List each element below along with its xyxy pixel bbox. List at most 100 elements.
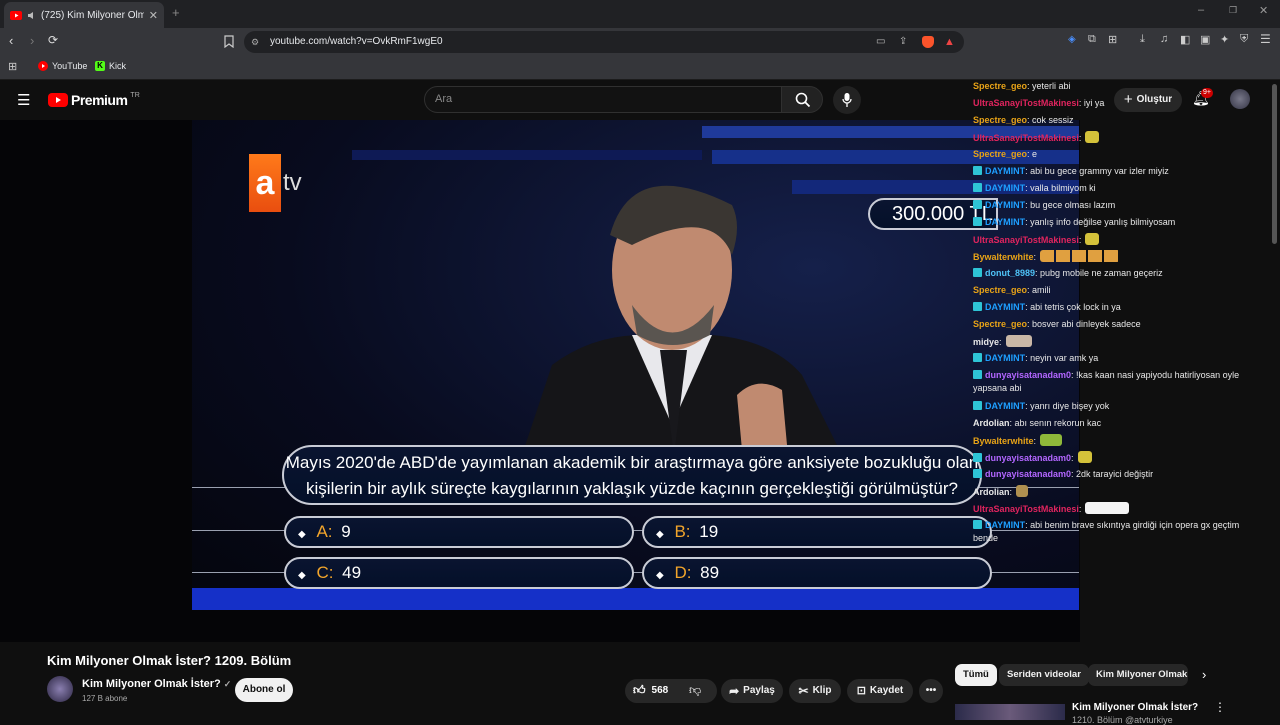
chat-overlay: Spectre_geo: yeterli abi UltraSanayiTostM… xyxy=(968,80,1268,550)
leo-ai-icon[interactable]: ✦ xyxy=(1220,33,1229,46)
address-bar[interactable]: ⚙ youtube.com/watch?v=OvkRmF1wgE0 ▭ ⇪ ▲ xyxy=(244,31,964,53)
clip-button[interactable]: ✂ Klip xyxy=(789,679,841,703)
forward-icon[interactable]: › xyxy=(30,33,34,48)
brave-shield-icon[interactable] xyxy=(922,36,934,48)
chat-username[interactable]: DAYMINT xyxy=(985,183,1025,193)
chat-username[interactable]: Spectre_geo xyxy=(973,149,1027,159)
chat-text: : bosver abi dinleyek sadece xyxy=(1027,319,1141,329)
chat-text: : iyi ya xyxy=(1078,98,1105,108)
search-button[interactable] xyxy=(781,86,823,113)
chat-message: Spectre_geo: yeterli abi xyxy=(973,80,1265,93)
sidebar-icon[interactable]: ◧ xyxy=(1180,33,1190,46)
chat-text: : neyin var amk ya xyxy=(1025,353,1099,363)
search-input[interactable]: Ara xyxy=(424,86,782,113)
audio-playing-icon[interactable] xyxy=(27,11,36,20)
extension-icon[interactable]: ◈ xyxy=(1068,34,1076,45)
subscribe-button[interactable]: Abone ol xyxy=(235,678,293,702)
chat-username[interactable]: DAYMINT xyxy=(985,353,1025,363)
translate-icon[interactable]: ⊞ xyxy=(1108,33,1117,46)
chat-username[interactable]: Spectre_geo xyxy=(973,81,1027,91)
verified-icon: ✓ xyxy=(223,678,232,689)
brave-rewards-icon[interactable]: ▲ xyxy=(944,31,955,53)
site-info-icon[interactable]: ⚙ xyxy=(251,31,259,53)
recommended-more-icon[interactable]: ⋮ xyxy=(1214,700,1226,714)
chat-username[interactable]: UltraSanayiTostMakinesi xyxy=(973,133,1079,143)
chat-message: Spectre_geo: amili xyxy=(973,284,1265,297)
chat-username[interactable]: UltraSanayiTostMakinesi xyxy=(973,235,1079,245)
vpn-icon[interactable]: ⛨ xyxy=(1240,33,1248,46)
chat-username[interactable]: Spectre_geo xyxy=(973,115,1027,125)
wallet-icon[interactable]: ▣ xyxy=(1200,33,1210,46)
chip-series-videos[interactable]: Seriden videolar xyxy=(999,664,1089,686)
chips-next-icon[interactable]: › xyxy=(1202,667,1206,682)
chat-username[interactable]: DAYMINT xyxy=(985,166,1025,176)
chat-message: Spectre_geo: bosver abi dinleyek sadece xyxy=(973,318,1265,331)
bookmark-kick[interactable]: K Kick xyxy=(95,61,126,71)
chip-channel[interactable]: Kim Milyoner Olmak İ xyxy=(1088,664,1188,686)
chat-username[interactable]: Spectre_geo xyxy=(973,319,1027,329)
guide-menu-icon[interactable]: ☰ xyxy=(17,91,30,109)
save-button[interactable]: ⊡ Kaydet xyxy=(847,679,913,703)
chat-username[interactable]: DAYMINT xyxy=(985,401,1025,411)
chat-username[interactable]: dunyayisatanadam0 xyxy=(985,469,1071,479)
minimize-icon[interactable]: – xyxy=(1198,4,1204,16)
maximize-icon[interactable]: ❐ xyxy=(1229,5,1237,16)
new-tab-icon[interactable]: + xyxy=(172,5,180,20)
chat-message: UltraSanayiTostMakinesi: xyxy=(973,502,1265,516)
recommended-thumbnail[interactable] xyxy=(955,704,1065,720)
chat-username[interactable]: DAYMINT xyxy=(985,217,1025,227)
chat-text: : abi tetris çok lock in ya xyxy=(1025,302,1121,312)
chat-text: : cok sessiz xyxy=(1027,115,1074,125)
stage-floor-light xyxy=(192,588,1079,610)
reload-icon[interactable]: ⟳ xyxy=(48,33,58,47)
window-close-icon[interactable]: ✕ xyxy=(1259,4,1268,17)
menu-icon[interactable]: ☰ xyxy=(1260,32,1271,46)
video-frame: a tv 300.000 TL Mayıs 2020'de ABD'de yay… xyxy=(192,120,1079,610)
eyes-emote-icon xyxy=(1005,335,1032,347)
dislike-button[interactable]: 👎︎ xyxy=(689,683,701,698)
chat-username[interactable]: UltraSanayiTostMakinesi xyxy=(973,98,1079,108)
chat-username[interactable]: donut_8989 xyxy=(985,268,1035,278)
chat-username[interactable]: dunyayisatanadam0 xyxy=(985,370,1071,380)
video-player[interactable]: a tv 300.000 TL Mayıs 2020'de ABD'de yay… xyxy=(0,120,1080,642)
tab-close-icon[interactable]: ✕ xyxy=(149,9,158,22)
chat-username[interactable]: UltraSanayiTostMakinesi xyxy=(973,504,1079,514)
browser-tab[interactable]: (725) Kim Milyoner Olmak İste ✕ xyxy=(4,2,164,28)
channel-avatar[interactable] xyxy=(47,676,73,702)
bookmark-page-icon[interactable] xyxy=(224,35,234,48)
bookmark-youtube[interactable]: YouTube xyxy=(38,61,87,71)
media-icon[interactable]: ♫ xyxy=(1160,33,1168,45)
chat-username[interactable]: Bywalterwhite xyxy=(973,436,1034,446)
recommended-title[interactable]: Kim Milyoner Olmak İster? xyxy=(1072,702,1198,713)
chat-username[interactable]: Ardolian xyxy=(973,487,1010,497)
share-page-icon[interactable]: ⇪ xyxy=(899,31,907,53)
channel-name[interactable]: Kim Milyoner Olmak İster? ✓ xyxy=(82,678,231,690)
chat-message: donut_8989: pubg mobile ne zaman geçeriz xyxy=(973,267,1265,280)
youtube-premium-logo[interactable]: Premium TR xyxy=(48,92,140,108)
chat-username[interactable]: DAYMINT xyxy=(985,520,1025,530)
cast-icon[interactable]: ▭ xyxy=(876,31,885,53)
chat-message: Ardolian: abı senın rekorun kac xyxy=(973,417,1265,430)
download-icon[interactable]: ⤓ xyxy=(1140,33,1145,46)
chip-all[interactable]: Tümü xyxy=(955,664,997,686)
chat-username[interactable]: dunyayisatanadam0 xyxy=(985,453,1071,463)
back-icon[interactable]: ‹ xyxy=(9,33,13,48)
like-button[interactable]: 👍︎ 568 xyxy=(633,683,668,698)
page-scrollbar[interactable] xyxy=(1272,84,1277,244)
chat-username[interactable]: Spectre_geo xyxy=(973,285,1027,295)
chat-username[interactable]: midye xyxy=(973,337,999,347)
chat-username[interactable]: DAYMINT xyxy=(985,200,1025,210)
chat-username[interactable]: DAYMINT xyxy=(985,302,1025,312)
puzzle-icon[interactable]: ⧉ xyxy=(1088,33,1096,46)
subscriber-badge-icon xyxy=(973,302,982,311)
chat-username[interactable]: Bywalterwhite xyxy=(973,252,1034,262)
video-title: Kim Milyoner Olmak İster? 1209. Bölüm xyxy=(47,653,292,668)
chat-username[interactable]: Ardolian xyxy=(973,418,1010,428)
chat-text: : abi bu gece grammy var izler miyiz xyxy=(1025,166,1169,176)
share-button[interactable]: ➦ Paylaş xyxy=(721,679,783,703)
answer-letter: B: xyxy=(674,522,691,541)
apps-grid-icon[interactable]: ⊞ xyxy=(8,60,17,73)
voice-search-button[interactable] xyxy=(833,86,861,114)
more-actions-button[interactable]: ••• xyxy=(919,679,943,703)
subscriber-count: 127 B abone xyxy=(82,694,128,703)
